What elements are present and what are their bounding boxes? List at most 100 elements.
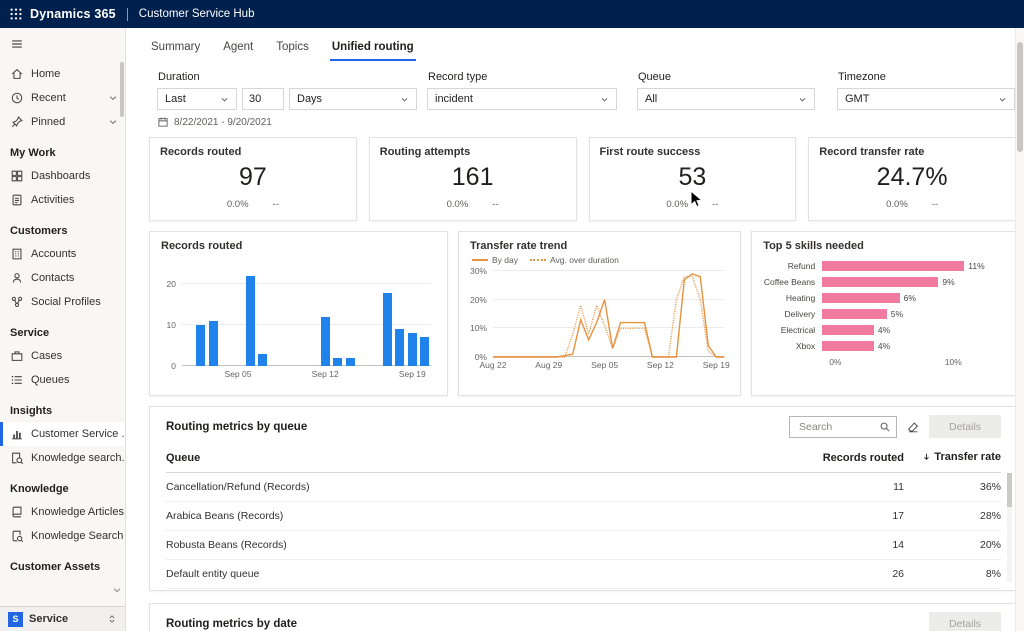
main-scrollbar[interactable] (1015, 28, 1024, 631)
skill-value: 6% (904, 293, 916, 303)
sidebar-section-customers: Customers (0, 212, 125, 242)
tab-topics[interactable]: Topics (274, 41, 311, 61)
sidebar-item-social-profiles[interactable]: Social Profiles (0, 290, 125, 314)
sidebar-item-pinned[interactable]: Pinned (0, 110, 125, 134)
skill-bar-coffee-beans[interactable] (822, 277, 938, 287)
column-header-queue[interactable]: Queue (166, 452, 774, 464)
app-launcher-icon[interactable] (0, 7, 30, 21)
column-header-label: Transfer rate (934, 451, 1001, 463)
legend-swatch (472, 259, 488, 261)
bar-sep-03[interactable] (209, 321, 218, 366)
queue-table: Queue Records routed Transfer rate Cance… (166, 443, 1001, 589)
sidebar-item-knowledge-articles[interactable]: Knowledge Articles (0, 500, 125, 524)
skill-bar-refund[interactable] (822, 261, 964, 271)
sidebar-item-queues[interactable]: Queues (0, 368, 125, 392)
column-header-records-routed[interactable]: Records routed (774, 452, 904, 464)
record-type-dropdown[interactable]: incident (427, 88, 617, 110)
x-tick-label: 0% (829, 357, 841, 367)
cell-transfer-rate: 8% (904, 568, 1001, 580)
record-type-label: Record type (428, 71, 487, 83)
bar-sep-06[interactable] (246, 276, 255, 366)
tab-unified-routing[interactable]: Unified routing (330, 41, 416, 61)
avg-over-duration-line (493, 277, 724, 357)
sidebar-item-label: Knowledge Search (31, 530, 125, 542)
clock-icon (10, 91, 31, 105)
sidebar-item-customer-service[interactable]: Customer Service ... (0, 422, 125, 446)
sidebar-item-contacts[interactable]: Contacts (0, 266, 125, 290)
bar-sep-18[interactable] (395, 329, 404, 366)
skill-bar-delivery[interactable] (822, 309, 887, 319)
sidebar-item-recent[interactable]: Recent (0, 86, 125, 110)
table-header-row: Queue Records routed Transfer rate (166, 443, 1001, 473)
timezone-label: Timezone (838, 71, 886, 83)
app-title[interactable]: Customer Service Hub (139, 8, 255, 20)
cell-records-routed: 11 (774, 481, 904, 493)
sidebar-item-label: Contacts (31, 272, 125, 284)
skill-row-xbox: Xbox4% (760, 338, 1003, 354)
cell-queue: Arabica Beans (Records) (166, 510, 774, 522)
brand-title[interactable]: Dynamics 365 (30, 7, 116, 21)
sidebar-section-service: Service (0, 314, 125, 344)
bar-slot (406, 264, 418, 366)
details-button[interactable]: Details (929, 415, 1001, 438)
duration-unit-dropdown[interactable]: Days (289, 88, 417, 110)
sidebar-item-label: Knowledge search... (31, 452, 125, 464)
bar-sep-02[interactable] (196, 325, 205, 366)
dropdown-value: GMT (845, 93, 992, 105)
clear-filter-icon[interactable] (906, 420, 920, 434)
chart-title: Records routed (150, 232, 447, 252)
bar-sep-17[interactable] (383, 293, 392, 366)
bar-sep-12[interactable] (321, 317, 330, 366)
cell-queue: Default entity queue (166, 568, 774, 580)
bar-slot (219, 264, 231, 366)
skill-bar-xbox[interactable] (822, 341, 874, 351)
queue-table-row[interactable]: Robusta Beans (Records)1420% (166, 531, 1001, 560)
transfer-rate-trend-chart-card: Transfer rate trend By dayAvg. over dura… (458, 231, 741, 396)
kpi-value: 24.7% (809, 163, 1015, 192)
sidebar-item-accounts[interactable]: Accounts (0, 242, 125, 266)
search-input[interactable] (797, 420, 879, 434)
tab-agent[interactable]: Agent (221, 41, 255, 61)
area-switcher[interactable]: S Service (0, 606, 125, 631)
skill-label: Electrical (760, 325, 822, 335)
queue-table-row[interactable]: Cancellation/Refund (Records)1136% (166, 473, 1001, 502)
y-tick-label: 0 (171, 361, 176, 371)
sidebar-item-knowledge-search[interactable]: Knowledge search... (0, 446, 125, 470)
bar-sep-19[interactable] (408, 333, 417, 366)
sidebar-scrollbar[interactable] (120, 62, 124, 262)
sidebar-item-cases[interactable]: Cases (0, 344, 125, 368)
articles-icon (10, 505, 31, 519)
table-scrollbar[interactable] (1007, 473, 1012, 582)
skills-axis: 0%10% (829, 357, 1003, 369)
y-tick-label: 10% (470, 323, 487, 333)
skill-bar-electrical[interactable] (822, 325, 874, 335)
queue-table-row[interactable]: Default entity queue268% (166, 560, 1001, 589)
cell-queue: Robusta Beans (Records) (166, 539, 774, 551)
sidebar-scroll-down-icon[interactable] (112, 582, 122, 600)
bar-sep-13[interactable] (333, 358, 342, 366)
kpi-trend: -- (712, 199, 718, 210)
duration-value-input[interactable] (242, 88, 284, 110)
duration-kind-dropdown[interactable]: Last (157, 88, 237, 110)
sidebar-item-dashboards[interactable]: Dashboards (0, 164, 125, 188)
skill-bar-heating[interactable] (822, 293, 899, 303)
bar-sep-20[interactable] (420, 337, 429, 366)
chart-legend: By dayAvg. over duration (459, 252, 740, 265)
sidebar-item-knowledge-search[interactable]: Knowledge Search (0, 524, 125, 548)
tab-summary[interactable]: Summary (149, 41, 202, 61)
queue-dropdown[interactable]: All (637, 88, 815, 110)
legend-item: Avg. over duration (530, 255, 619, 265)
sidebar-item-activities[interactable]: Activities (0, 188, 125, 212)
column-header-transfer-rate[interactable]: Transfer rate (904, 451, 1001, 464)
hamburger-menu-icon[interactable] (0, 28, 125, 62)
search-icon[interactable] (879, 421, 891, 433)
details-button[interactable]: Details (929, 612, 1001, 631)
kpi-delta: 0.0% (886, 199, 908, 210)
bar-sep-07[interactable] (258, 354, 267, 366)
bar-sep-14[interactable] (346, 358, 355, 366)
queue-table-row[interactable]: Arabica Beans (Records)1728% (166, 502, 1001, 531)
sidebar-item-home[interactable]: Home (0, 62, 125, 86)
sidebar-section-customer-assets: Customer Assets (0, 548, 125, 578)
skill-row-refund: Refund11% (760, 258, 1003, 274)
timezone-dropdown[interactable]: GMT (837, 88, 1015, 110)
